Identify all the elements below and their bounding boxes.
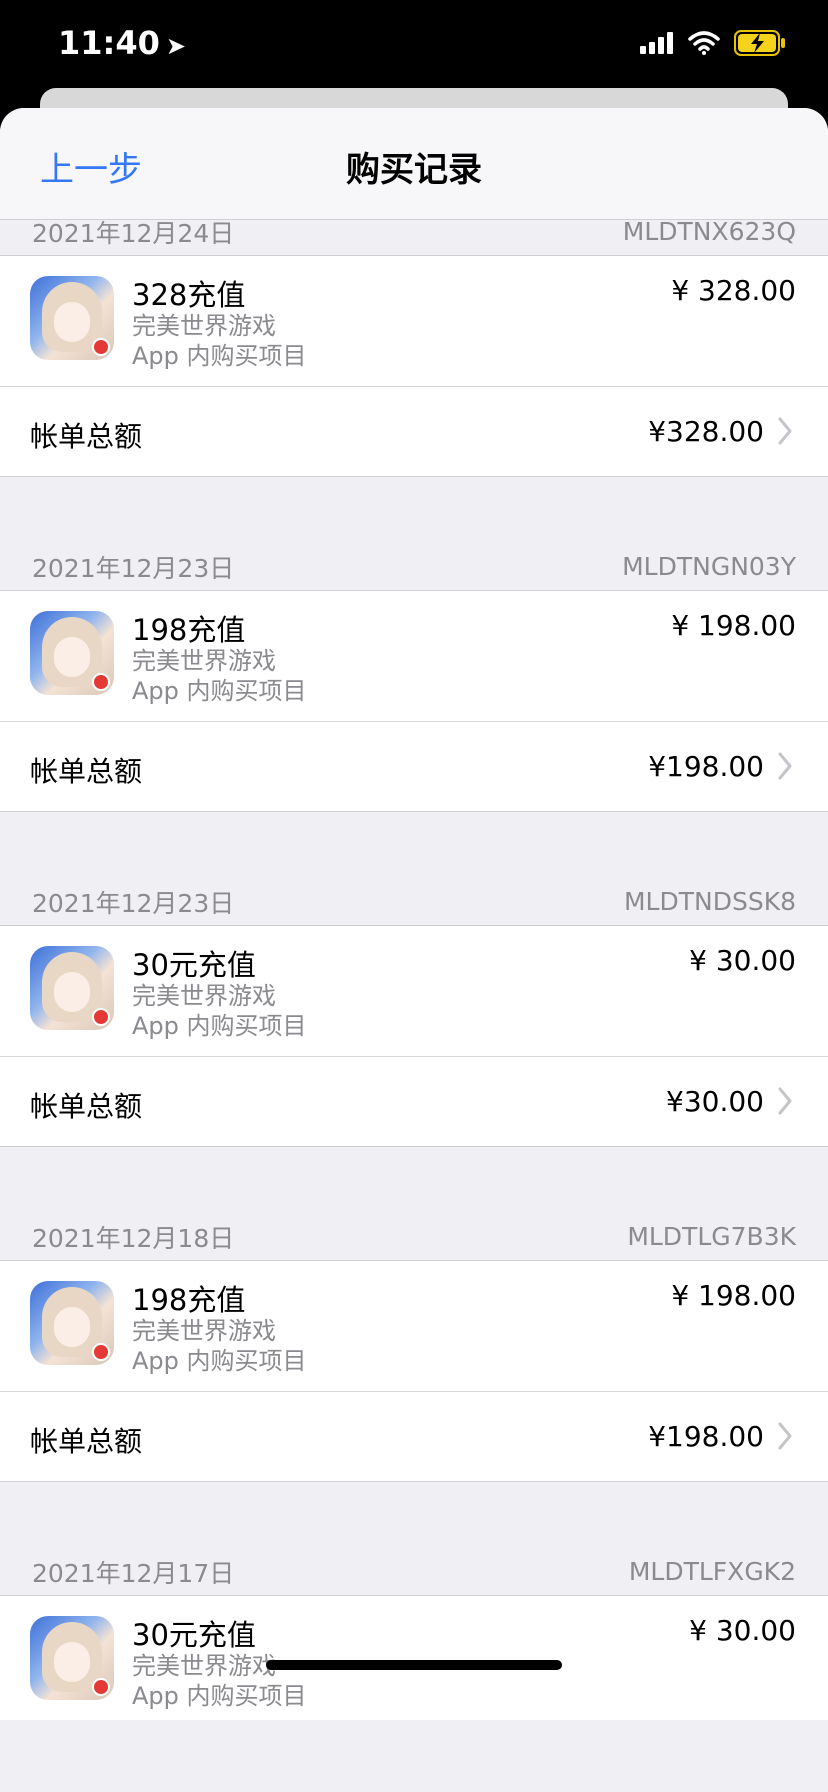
purchase-list[interactable]: 2021年12月24日 MLDTNX623Q 328充值 完美世界游戏 App … <box>0 220 828 1720</box>
status-bar: 11:40 ➤ <box>0 0 828 100</box>
chevron-right-icon <box>778 1087 792 1115</box>
item-price: ¥ 30.00 <box>689 944 796 977</box>
bill-total-label: 帐单总额 <box>30 755 143 788</box>
status-time: 11:40 ➤ <box>58 24 186 62</box>
order-id: MLDTNDSSK8 <box>623 887 796 916</box>
order-id: MLDTLFXGK2 <box>628 1557 796 1586</box>
app-icon <box>30 1616 114 1700</box>
cellular-signal-icon <box>640 32 673 54</box>
section-gap <box>0 1147 828 1213</box>
bill-total-row[interactable]: 帐单总额 ¥30.00 <box>0 1057 828 1147</box>
bill-total-label: 帐单总额 <box>30 1425 143 1458</box>
item-type: App 内购买项目 <box>132 677 307 705</box>
bill-total-amount: ¥198.00 <box>648 1420 764 1453</box>
section-header: 2021年12月24日 MLDTNX623Q <box>0 220 828 256</box>
chevron-right-icon <box>778 752 792 780</box>
purchase-item-row[interactable]: 30元充值 完美世界游戏 App 内购买项目 ¥ 30.00 <box>0 926 828 1056</box>
item-type: App 内购买项目 <box>132 1682 307 1710</box>
purchase-item-row[interactable]: 198充值 完美世界游戏 App 内购买项目 ¥ 198.00 <box>0 591 828 721</box>
purchase-date: 2021年12月18日 <box>32 1223 235 1253</box>
section-gap <box>0 477 828 543</box>
order-id: MLDTNGN03Y <box>622 552 796 581</box>
bill-total-row[interactable]: 帐单总额 ¥198.00 <box>0 1392 828 1482</box>
section-header: 2021年12月23日 MLDTNGN03Y <box>0 543 828 591</box>
purchase-item-row[interactable]: 328充值 完美世界游戏 App 内购买项目 ¥ 328.00 <box>0 256 828 386</box>
purchase-date: 2021年12月23日 <box>32 888 235 918</box>
app-icon <box>30 611 114 695</box>
home-indicator[interactable] <box>266 1660 562 1670</box>
home-area <box>0 1720 828 1792</box>
section-header: 2021年12月18日 MLDTLG7B3K <box>0 1213 828 1261</box>
location-arrow-icon: ➤ <box>165 32 186 60</box>
item-type: App 内购买项目 <box>132 1012 307 1040</box>
purchase-date: 2021年12月24日 <box>32 220 235 248</box>
app-icon <box>30 946 114 1030</box>
order-id: MLDTNX623Q <box>622 220 796 246</box>
bill-total-amount: ¥30.00 <box>666 1085 764 1118</box>
section-header: 2021年12月23日 MLDTNDSSK8 <box>0 878 828 926</box>
purchase-section: 2021年12月18日 MLDTLG7B3K 198充值 完美世界游戏 App … <box>0 1213 828 1548</box>
bill-total-row[interactable]: 帐单总额 ¥328.00 <box>0 387 828 477</box>
chevron-right-icon <box>778 1422 792 1450</box>
item-type: App 内购买项目 <box>132 342 307 370</box>
item-price: ¥ 198.00 <box>671 609 796 642</box>
purchase-item-row[interactable]: 30元充值 完美世界游戏 App 内购买项目 ¥ 30.00 <box>0 1596 828 1720</box>
item-price: ¥ 328.00 <box>671 274 796 307</box>
wifi-icon <box>688 31 720 55</box>
purchase-item-row[interactable]: 198充值 完美世界游戏 App 内购买项目 ¥ 198.00 <box>0 1261 828 1391</box>
purchase-history-sheet: 上一步 购买记录 2021年12月24日 MLDTNX623Q 328充值 完美… <box>0 108 828 1792</box>
app-icon <box>30 1281 114 1365</box>
status-time-text: 11:40 <box>58 24 160 62</box>
chevron-right-icon <box>778 417 792 445</box>
page-title: 购买记录 <box>346 150 482 190</box>
bill-total-amount: ¥198.00 <box>648 750 764 783</box>
item-price: ¥ 30.00 <box>689 1614 796 1647</box>
purchase-section: 2021年12月23日 MLDTNGN03Y 198充值 完美世界游戏 App … <box>0 543 828 878</box>
app-icon <box>30 276 114 360</box>
bill-total-label: 帐单总额 <box>30 1090 143 1123</box>
section-header: 2021年12月17日 MLDTLFXGK2 <box>0 1548 828 1596</box>
purchase-section: 2021年12月17日 MLDTLFXGK2 30元充值 完美世界游戏 App … <box>0 1548 828 1720</box>
bill-total-amount: ¥328.00 <box>648 415 764 448</box>
item-price: ¥ 198.00 <box>671 1279 796 1312</box>
battery-charging-icon <box>734 30 785 56</box>
navigation-bar: 上一步 购买记录 <box>0 108 828 220</box>
item-type: App 内购买项目 <box>132 1347 307 1375</box>
order-id: MLDTLG7B3K <box>627 1222 796 1251</box>
purchase-date: 2021年12月23日 <box>32 553 235 583</box>
section-gap <box>0 812 828 878</box>
purchase-section: 2021年12月23日 MLDTNDSSK8 30元充值 完美世界游戏 App … <box>0 878 828 1213</box>
purchase-section: 2021年12月24日 MLDTNX623Q 328充值 完美世界游戏 App … <box>0 220 828 543</box>
section-gap <box>0 1482 828 1548</box>
status-icons <box>640 30 786 56</box>
bill-total-label: 帐单总额 <box>30 420 143 453</box>
bill-total-row[interactable]: 帐单总额 ¥198.00 <box>0 722 828 812</box>
purchase-date: 2021年12月17日 <box>32 1558 235 1588</box>
